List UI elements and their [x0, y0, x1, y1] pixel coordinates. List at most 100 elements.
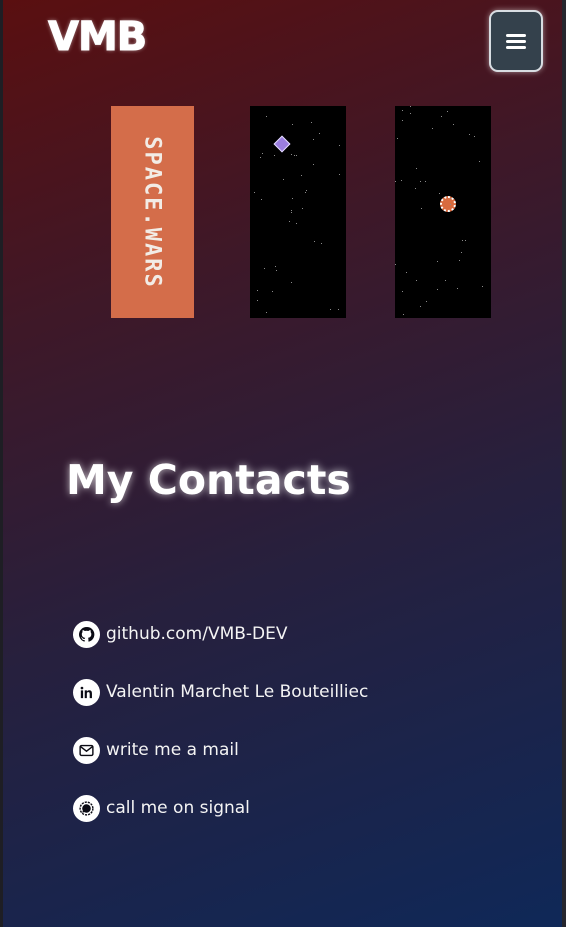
star-dot [292, 198, 293, 199]
menu-button[interactable] [489, 10, 543, 72]
star-dot [291, 282, 292, 283]
star-dot [445, 280, 446, 281]
site-logo[interactable]: VMB [47, 14, 147, 61]
star-dot [289, 221, 290, 222]
star-dot [437, 289, 438, 290]
star-dot [302, 208, 303, 209]
planet-icon [440, 196, 456, 212]
star-dot [469, 134, 470, 135]
star-dot [401, 180, 402, 181]
star-dot [291, 154, 292, 155]
contact-github-link[interactable]: github.com/VMB-DEV [73, 620, 368, 648]
star-dot [402, 120, 403, 121]
star-dot [330, 309, 331, 310]
star-dot [283, 179, 284, 180]
space-wars-title: SPACE.WARS [140, 135, 166, 289]
star-dot [425, 181, 426, 182]
hamburger-menu-icon [506, 31, 526, 52]
star-dot [339, 145, 340, 146]
star-dot [254, 192, 255, 193]
star-dot [416, 280, 417, 281]
star-dot [321, 243, 322, 244]
star-dot [432, 128, 433, 129]
star-dot [410, 106, 411, 107]
contact-signal-link[interactable]: call me on signal [73, 794, 368, 822]
mail-icon [73, 736, 100, 764]
star-dot [421, 208, 422, 209]
star-dot [296, 223, 297, 224]
star-dot [296, 155, 297, 156]
linkedin-icon [73, 678, 100, 706]
star-dot [262, 153, 263, 154]
star-dot [264, 268, 265, 269]
star-dot [461, 252, 462, 253]
space-wars-title-card[interactable]: SPACE.WARS [111, 106, 194, 318]
star-dot [420, 306, 421, 307]
star-dot [402, 110, 403, 111]
contact-list: github.com/VMB-DEV Valentin Marchet Le B… [73, 620, 368, 852]
star-dot [482, 286, 483, 287]
star-dot [313, 164, 314, 165]
star-dot [459, 260, 460, 261]
star-dot [450, 204, 451, 205]
star-dot [439, 193, 440, 194]
star-dot [403, 314, 404, 315]
star-dot [291, 212, 292, 213]
contact-label-github: github.com/VMB-DEV [106, 624, 288, 644]
star-dot [395, 181, 396, 182]
spaceship-icon [273, 135, 291, 153]
contact-linkedin-link[interactable]: Valentin Marchet Le Bouteilliec [73, 678, 368, 706]
star-dot [306, 190, 307, 191]
star-dot [313, 139, 314, 140]
star-dot [276, 270, 277, 271]
star-dot [457, 288, 458, 289]
window-edge-left [0, 0, 3, 927]
star-dot [339, 174, 340, 175]
space-wars-screenshot-planet[interactable] [395, 106, 491, 318]
star-dot [474, 136, 475, 137]
star-dot [447, 111, 448, 112]
star-dot [294, 155, 295, 156]
star-dot [462, 240, 463, 241]
star-dot [402, 291, 403, 292]
star-dot [257, 290, 258, 291]
contact-label-signal: call me on signal [106, 798, 250, 818]
star-dot [437, 261, 438, 262]
star-dot [465, 240, 466, 241]
window-edge-right [562, 0, 566, 927]
star-dot [395, 264, 396, 265]
star-dot [410, 113, 411, 114]
star-dot [257, 300, 258, 301]
contact-mail-link[interactable]: write me a mail [73, 736, 368, 764]
star-dot [266, 312, 267, 313]
star-dot [301, 175, 302, 176]
star-dot [266, 116, 267, 117]
signal-icon [73, 794, 100, 822]
star-dot [453, 124, 454, 125]
star-dot [274, 155, 275, 156]
star-dot [441, 116, 442, 117]
star-dot [479, 161, 480, 162]
star-dot [420, 181, 421, 182]
star-dot [292, 124, 293, 125]
contacts-heading: My Contacts [66, 456, 351, 504]
star-dot [311, 122, 312, 123]
star-dot [275, 266, 276, 267]
star-dot [261, 199, 262, 200]
star-dot [406, 272, 407, 273]
star-dot [415, 188, 416, 189]
github-icon [73, 620, 100, 648]
star-dot [319, 133, 320, 134]
star-dot [260, 157, 261, 158]
star-dot [272, 291, 273, 292]
star-dot [291, 210, 292, 211]
star-dot [426, 301, 427, 302]
star-dot [338, 309, 339, 310]
contact-label-linkedin: Valentin Marchet Le Bouteilliec [106, 682, 369, 702]
star-dot [397, 138, 398, 139]
contact-label-mail: write me a mail [106, 740, 239, 760]
star-dot [450, 198, 451, 199]
space-wars-screenshot-ship[interactable] [250, 106, 346, 318]
star-dot [416, 168, 417, 169]
star-dot [314, 241, 315, 242]
